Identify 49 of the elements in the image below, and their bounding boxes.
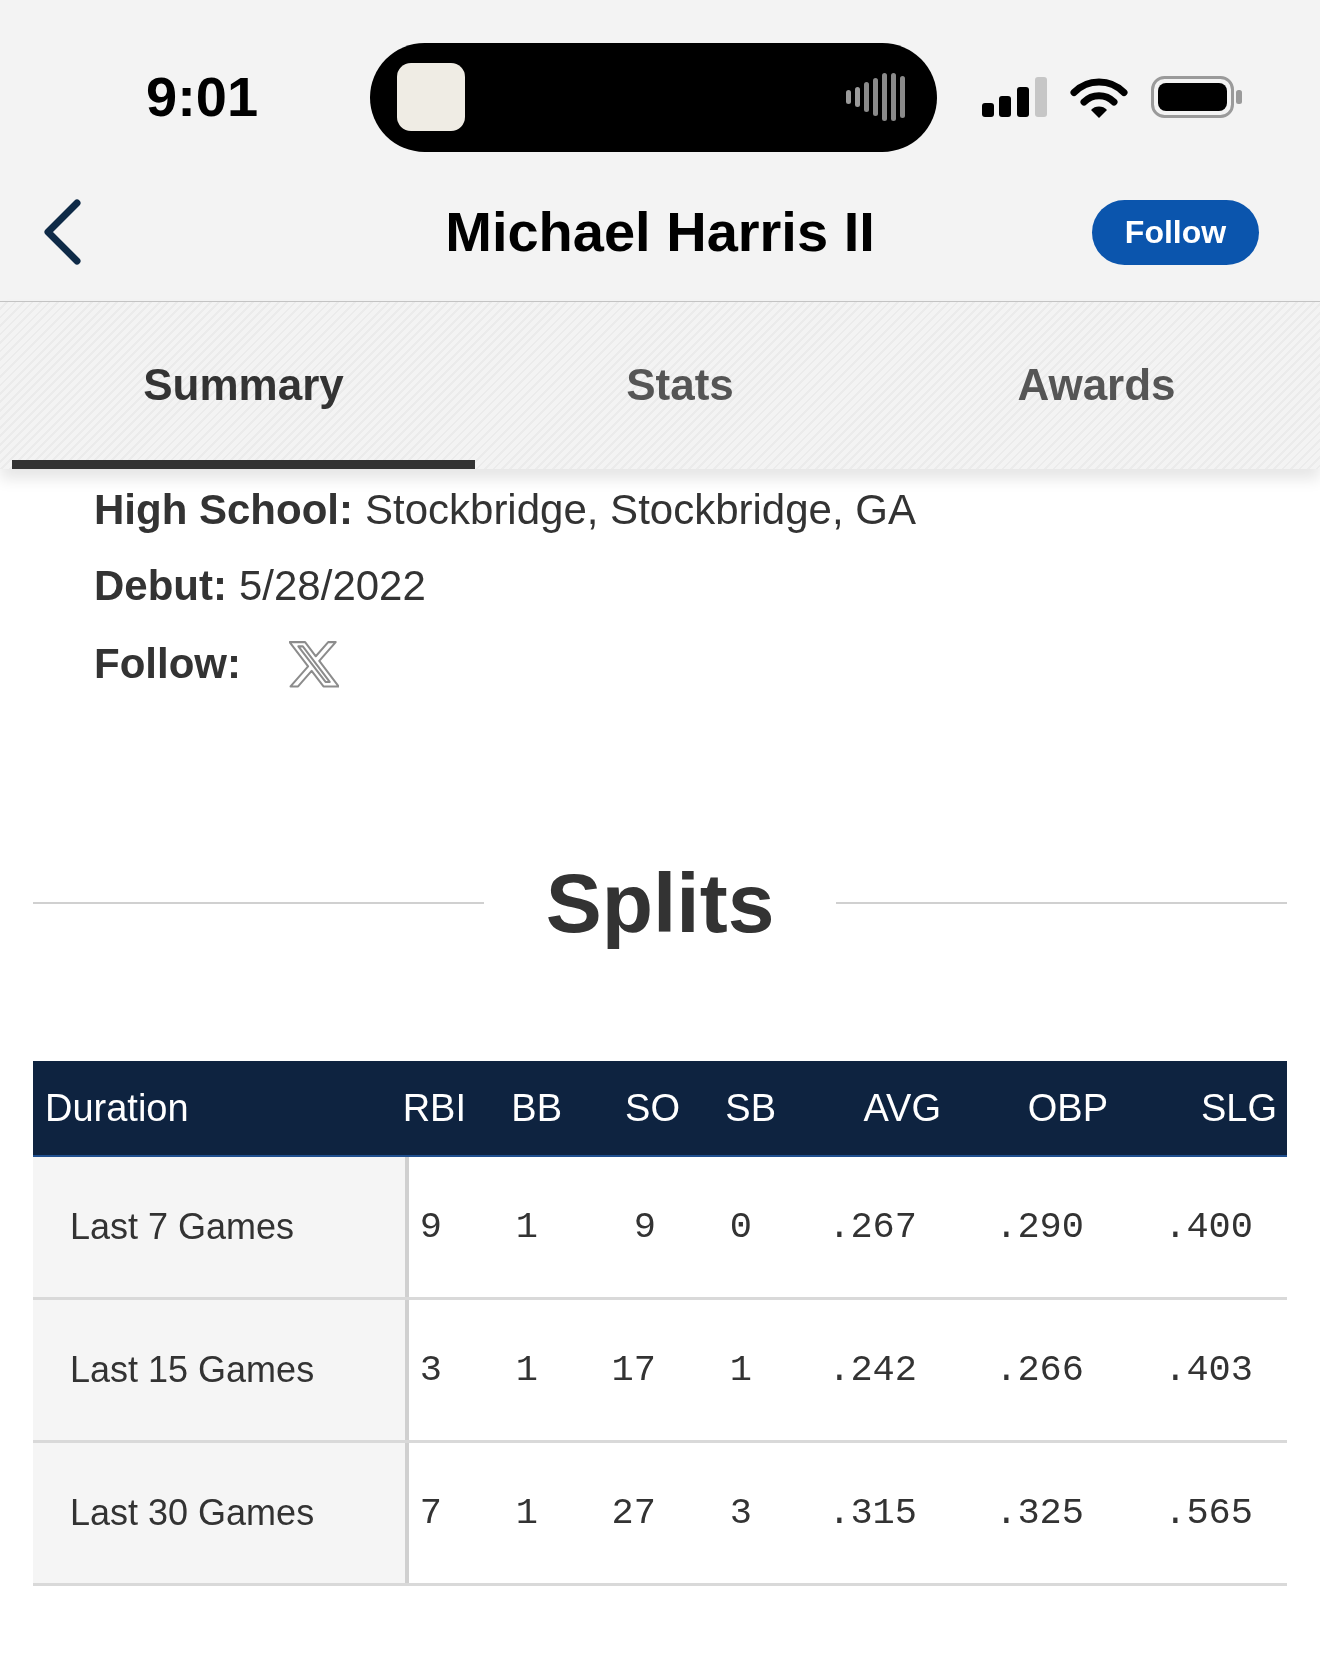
table-cell-text: 1 [514,1347,539,1393]
album-art-placeholder [397,63,465,131]
tab[interactable]: Summary [12,302,475,469]
row-header: Last 30 Games [33,1443,409,1583]
column-header: Duration [44,1086,190,1131]
table-cell-text: .242 [827,1347,918,1393]
section-heading: Splits [545,855,775,952]
table-cell-text: .266 [994,1347,1085,1393]
x-logo-icon[interactable] [288,640,339,688]
column-header: BB [510,1086,563,1131]
field-label: Follow: [94,643,241,685]
column-header: SO [624,1086,681,1131]
tab[interactable]: Stats [475,302,885,469]
column-header: SLG [1199,1086,1278,1131]
table-cell-text: 3 [418,1347,443,1393]
row-header: Last 7 Games [33,1157,409,1297]
field-label: Debut: [94,565,227,607]
table-cell-text: 3 [728,1490,753,1536]
table-cell-text: .325 [994,1490,1085,1536]
wifi-icon [1070,76,1128,118]
chevron-left-icon[interactable] [42,199,82,265]
field-value: Stockbridge, Stockbridge, GA [365,489,916,531]
column-header: SB [724,1086,777,1131]
battery-icon [1151,76,1243,118]
field-value: 5/28/2022 [239,565,426,607]
signal-icon [982,77,1047,117]
table-cell-text: .315 [827,1490,918,1536]
table-cell-text: 1 [514,1204,539,1250]
table-cell-text: 0 [728,1204,753,1250]
table-cell-text: .565 [1163,1490,1254,1536]
table-cell-text: 9 [418,1204,443,1250]
follow-button[interactable]: Follow [1092,199,1259,265]
page-title: Michael Harris II [445,204,875,260]
table-cell-text: 7 [418,1490,443,1536]
table-cell-text: .290 [994,1204,1085,1250]
field-label: High School: [94,489,353,531]
row-header: Last 15 Games [33,1300,409,1440]
table-cell-text: 17 [610,1347,657,1393]
table-cell-text: .403 [1163,1347,1254,1393]
status-time: 9:01 [146,69,260,125]
column-header: AVG [862,1086,942,1131]
table-cell-text: 1 [514,1490,539,1536]
table-cell-text: .400 [1163,1204,1254,1250]
table-cell-text: 1 [728,1347,753,1393]
tab[interactable]: Awards [885,302,1308,469]
column-header: OBP [1026,1086,1109,1131]
table-cell-text: 9 [632,1204,657,1250]
table-cell-text: 27 [610,1490,657,1536]
table-cell-text: .267 [827,1204,918,1250]
